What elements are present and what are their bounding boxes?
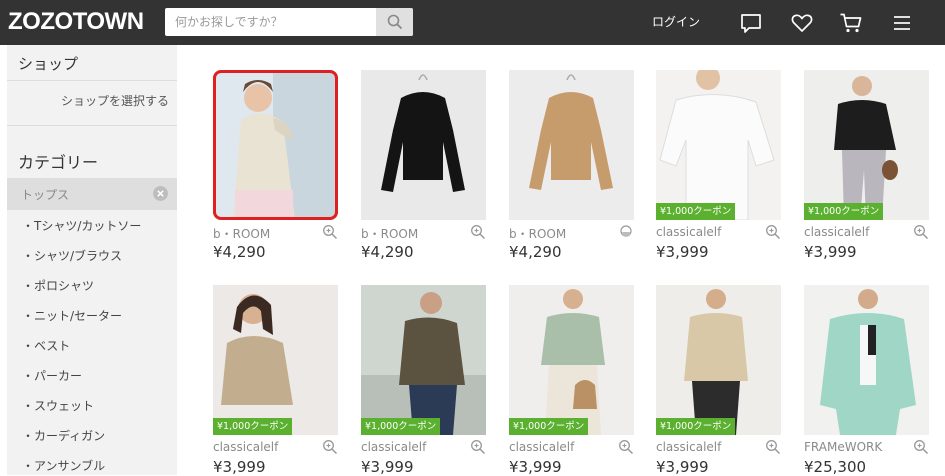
filter-sidebar: ショップ ショップを選択する カテゴリー トップス ・Tシャツ/カットソー ・シ… (7, 45, 177, 475)
category-item-shirt[interactable]: ・シャツ/ブラウス (22, 247, 122, 264)
product-price: ¥4,290 (509, 243, 562, 261)
coupon-badge: ¥1,000クーポン (509, 418, 589, 435)
category-item-polo[interactable]: ・ポロシャツ (22, 277, 94, 294)
product-image[interactable] (804, 285, 929, 435)
menu-icon[interactable] (890, 11, 914, 35)
category-item-vest[interactable]: ・ベスト (22, 337, 70, 354)
heart-icon[interactable] (790, 11, 814, 35)
zoom-icon[interactable] (470, 224, 486, 240)
product-brand[interactable]: b・ROOM (361, 225, 418, 242)
search-box (165, 8, 413, 36)
product-brand[interactable]: FRAMeWORK (804, 440, 882, 454)
product-brand[interactable]: classicalelf (361, 440, 426, 454)
zoom-icon[interactable] (765, 224, 781, 240)
zoom-icon[interactable] (322, 439, 338, 455)
product-brand[interactable]: classicalelf (213, 440, 278, 454)
zoom-icon[interactable] (470, 439, 486, 455)
product-price: ¥25,300 (804, 458, 867, 476)
product-brand[interactable]: classicalelf (656, 225, 721, 239)
product-image[interactable]: ¥1,000クーポン (804, 70, 929, 220)
product-brand[interactable]: classicalelf (656, 440, 721, 454)
top-header: ZOZOTOWN ログイン (0, 0, 945, 45)
coupon-badge: ¥1,000クーポン (656, 203, 736, 220)
product-image[interactable] (509, 70, 634, 220)
product-image[interactable]: ¥1,000クーポン (213, 285, 338, 435)
category-item-parka[interactable]: ・パーカー (22, 367, 82, 384)
product-image[interactable] (361, 70, 486, 220)
divider (7, 125, 177, 126)
coupon-badge: ¥1,000クーポン (213, 418, 293, 435)
cart-icon[interactable] (839, 11, 863, 35)
zoom-icon[interactable] (913, 439, 929, 455)
coupon-badge: ¥1,000クーポン (361, 418, 441, 435)
category-item-sweat[interactable]: ・スウェット (22, 397, 94, 414)
product-price: ¥3,999 (361, 458, 414, 476)
product-brand[interactable]: b・ROOM (213, 225, 270, 242)
product-price: ¥3,999 (656, 243, 709, 261)
product-price: ¥3,999 (213, 458, 266, 476)
product-brand[interactable]: classicalelf (804, 225, 869, 239)
selected-category[interactable]: トップス (7, 178, 177, 210)
product-brand[interactable]: b・ROOM (509, 225, 566, 242)
product-price: ¥4,290 (361, 243, 414, 261)
zoom-icon[interactable] (618, 439, 634, 455)
product-price: ¥3,999 (509, 458, 562, 476)
category-item-cardigan[interactable]: ・カーディガン (22, 427, 105, 444)
coupon-badge: ¥1,000クーポン (804, 203, 884, 220)
divider (7, 80, 177, 81)
product-image[interactable]: ¥1,000クーポン (656, 285, 781, 435)
product-brand[interactable]: classicalelf (509, 440, 574, 454)
product-image[interactable]: ¥1,000クーポン (361, 285, 486, 435)
selected-category-label: トップス (21, 188, 70, 202)
shop-select-link[interactable]: ショップを選択する (61, 92, 169, 109)
category-item-tshirt[interactable]: ・Tシャツ/カットソー (22, 217, 141, 234)
clear-category-icon[interactable] (153, 186, 168, 201)
category-heading: カテゴリー (18, 153, 99, 172)
mask-icon (620, 225, 632, 237)
zoom-icon[interactable] (322, 224, 338, 240)
category-item-ensemble[interactable]: ・アンサンブル (22, 457, 105, 474)
product-price: ¥3,999 (804, 243, 857, 261)
zoom-icon[interactable] (913, 224, 929, 240)
zoom-icon[interactable] (765, 439, 781, 455)
product-image[interactable]: ¥1,000クーポン (656, 70, 781, 220)
product-image[interactable] (213, 70, 338, 220)
category-item-knit[interactable]: ・ニット/セーター (22, 307, 122, 324)
search-icon (387, 14, 402, 30)
search-button[interactable] (376, 8, 413, 36)
shop-heading: ショップ (18, 55, 79, 73)
product-price: ¥3,999 (656, 458, 709, 476)
login-link[interactable]: ログイン (652, 14, 700, 30)
chat-icon[interactable] (739, 11, 763, 35)
product-image[interactable]: ¥1,000クーポン (509, 285, 634, 435)
search-input[interactable] (165, 8, 371, 36)
coupon-badge: ¥1,000クーポン (656, 418, 736, 435)
product-price: ¥4,290 (213, 243, 266, 261)
zozotown-logo[interactable]: ZOZOTOWN (8, 8, 144, 36)
